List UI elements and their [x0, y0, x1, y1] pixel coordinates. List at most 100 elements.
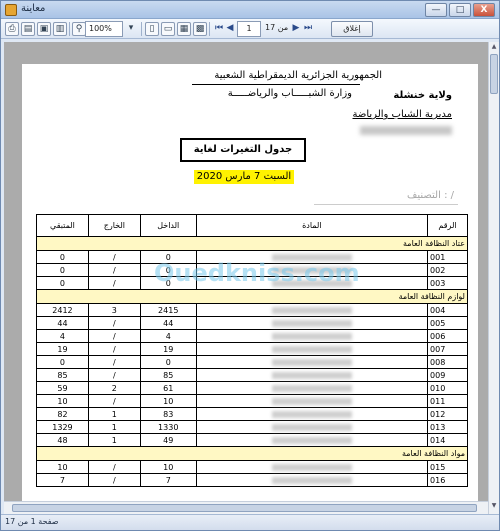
scroll-down-icon[interactable]: ▼: [490, 502, 498, 512]
cell-number: 006: [427, 329, 468, 343]
cell-remaining: 82: [36, 407, 89, 421]
horizontal-scroll-thumb[interactable]: [12, 504, 477, 512]
page-count-label: من 17: [265, 23, 289, 32]
table-row: 1329 1 1330 013: [36, 420, 468, 434]
cell-item: [195, 394, 429, 408]
cell-number: 016: [427, 473, 468, 487]
two-pages-icon[interactable]: ▭: [161, 22, 175, 36]
minimize-button[interactable]: —: [425, 3, 447, 17]
column-number: الرقم: [427, 214, 468, 237]
cell-item: [195, 303, 429, 317]
table-row: 82 1 83 012: [36, 407, 468, 421]
blurred-item-name: [271, 397, 352, 405]
cell-remaining: 7: [36, 473, 89, 487]
cell-in: 2415: [139, 303, 197, 317]
horizontal-scrollbar[interactable]: [4, 501, 488, 514]
report-page: الجمهورية الجزائرية الديمقراطية الشعبية …: [22, 64, 478, 514]
cell-in: 85: [139, 368, 197, 382]
maximize-button[interactable]: □: [449, 3, 471, 17]
cell-remaining: 44: [36, 316, 89, 330]
cell-remaining: 4: [36, 329, 89, 343]
cell-in: 0: [139, 355, 197, 369]
last-page-icon[interactable]: ⏭: [301, 22, 315, 36]
cell-remaining: 0: [36, 276, 89, 290]
one-page-icon[interactable]: ▯: [145, 22, 159, 36]
table-row: 0/0 008: [36, 355, 468, 369]
cell-number: 013: [427, 420, 468, 434]
close-preview-button[interactable]: إغلاق: [331, 21, 373, 37]
page-setup-icon[interactable]: ▤: [21, 22, 35, 36]
province-label: ولاية خنشلة: [393, 90, 452, 101]
cell-number: 005: [427, 316, 468, 330]
export-icon[interactable]: ▥: [53, 22, 67, 36]
vertical-scroll-thumb[interactable]: [490, 54, 498, 94]
print-icon[interactable]: ⎙: [5, 22, 19, 36]
cell-number: 010: [427, 381, 468, 395]
cell-remaining: 1329: [36, 420, 89, 434]
zoom-icon[interactable]: ⚲: [72, 22, 86, 36]
cell-remaining: 10: [36, 394, 89, 408]
classification-label: التصنيف : /: [406, 190, 454, 201]
cell-in: 44: [139, 316, 197, 330]
blurred-item-name: [271, 358, 352, 366]
title-bar[interactable]: معاينة — □ X: [1, 1, 499, 19]
header-underline: [192, 84, 360, 85]
blurred-office-label: [360, 126, 452, 135]
cell-in: 61: [139, 381, 197, 395]
cell-remaining: 59: [36, 381, 89, 395]
toolbar-separator: [69, 22, 70, 36]
cell-item: [195, 460, 429, 474]
group-label: مواد النظافة العامة: [36, 446, 468, 461]
cell-out: /: [87, 276, 141, 290]
four-pages-icon[interactable]: ▩: [193, 22, 207, 36]
cell-number: 001: [427, 250, 468, 264]
chevron-down-icon[interactable]: ▾: [124, 22, 138, 36]
table-header-row: المتبقي الخارج الداخل المادة الرقم: [36, 214, 468, 237]
previous-page-icon[interactable]: ◀: [223, 22, 237, 36]
cell-item: [195, 316, 429, 330]
table-row: 10/10 011: [36, 394, 468, 408]
close-window-button[interactable]: X: [473, 3, 495, 17]
group-header-row: مواد النظافة العامة: [36, 446, 468, 461]
cell-in: 4: [139, 329, 197, 343]
table-row: 44/44 005: [36, 316, 468, 330]
report-title: جدول التغيرات لغاية: [180, 138, 306, 162]
cell-in: 10: [139, 460, 197, 474]
classification-underline: [314, 204, 458, 205]
cell-remaining: 2412: [36, 303, 89, 317]
preview-viewport[interactable]: الجمهورية الجزائرية الديمقراطية الشعبية …: [4, 42, 488, 514]
table-row: 19/19 007: [36, 342, 468, 356]
scroll-up-icon[interactable]: ▲: [490, 43, 498, 53]
table-row: 48 1 49 014: [36, 433, 468, 447]
group-header-row: عتاد النظافة العامة: [36, 236, 468, 251]
cell-number: 002: [427, 263, 468, 277]
page-number-input[interactable]: 1: [237, 21, 261, 37]
cell-in: 7: [139, 473, 197, 487]
status-text: صفحة 1 من 17: [5, 517, 59, 526]
ministry-header: وزارة الشبـــــاب والرياضـــــة: [227, 88, 352, 99]
vertical-scrollbar[interactable]: ▲ ▼: [488, 42, 499, 514]
blurred-item-name: [271, 319, 352, 327]
column-in: الداخل: [139, 214, 197, 237]
cell-out: /: [87, 263, 141, 277]
blurred-item-name: [271, 476, 352, 484]
blurred-item-name: [271, 423, 352, 431]
print-preview-window: معاينة — □ X ⎙ ▤ ▣ ▥ ⚲ 100% ▾ ▯ ▭ ▦ ▩ ⏮ …: [0, 0, 500, 531]
status-bar: صفحة 1 من 17: [1, 514, 499, 530]
cell-number: 003: [427, 276, 468, 290]
table-row: 2412 3 2415 004: [36, 303, 468, 317]
cell-in: 10: [139, 394, 197, 408]
cell-item: [195, 329, 429, 343]
cell-out: /: [87, 250, 141, 264]
preview-toolbar: ⎙ ▤ ▣ ▥ ⚲ 100% ▾ ▯ ▭ ▦ ▩ ⏮ ◀ 1 من 17 ▶ ⏭…: [1, 19, 499, 39]
window-title: معاينة: [21, 3, 46, 14]
cell-number: 007: [427, 342, 468, 356]
cell-out: /: [87, 368, 141, 382]
three-pages-icon[interactable]: ▦: [177, 22, 191, 36]
table-row: 59 2 61 010: [36, 381, 468, 395]
cell-item: [195, 420, 429, 434]
cell-number: 015: [427, 460, 468, 474]
blurred-item-name: [271, 332, 352, 340]
save-icon[interactable]: ▣: [37, 22, 51, 36]
zoom-select[interactable]: 100%: [85, 21, 123, 37]
